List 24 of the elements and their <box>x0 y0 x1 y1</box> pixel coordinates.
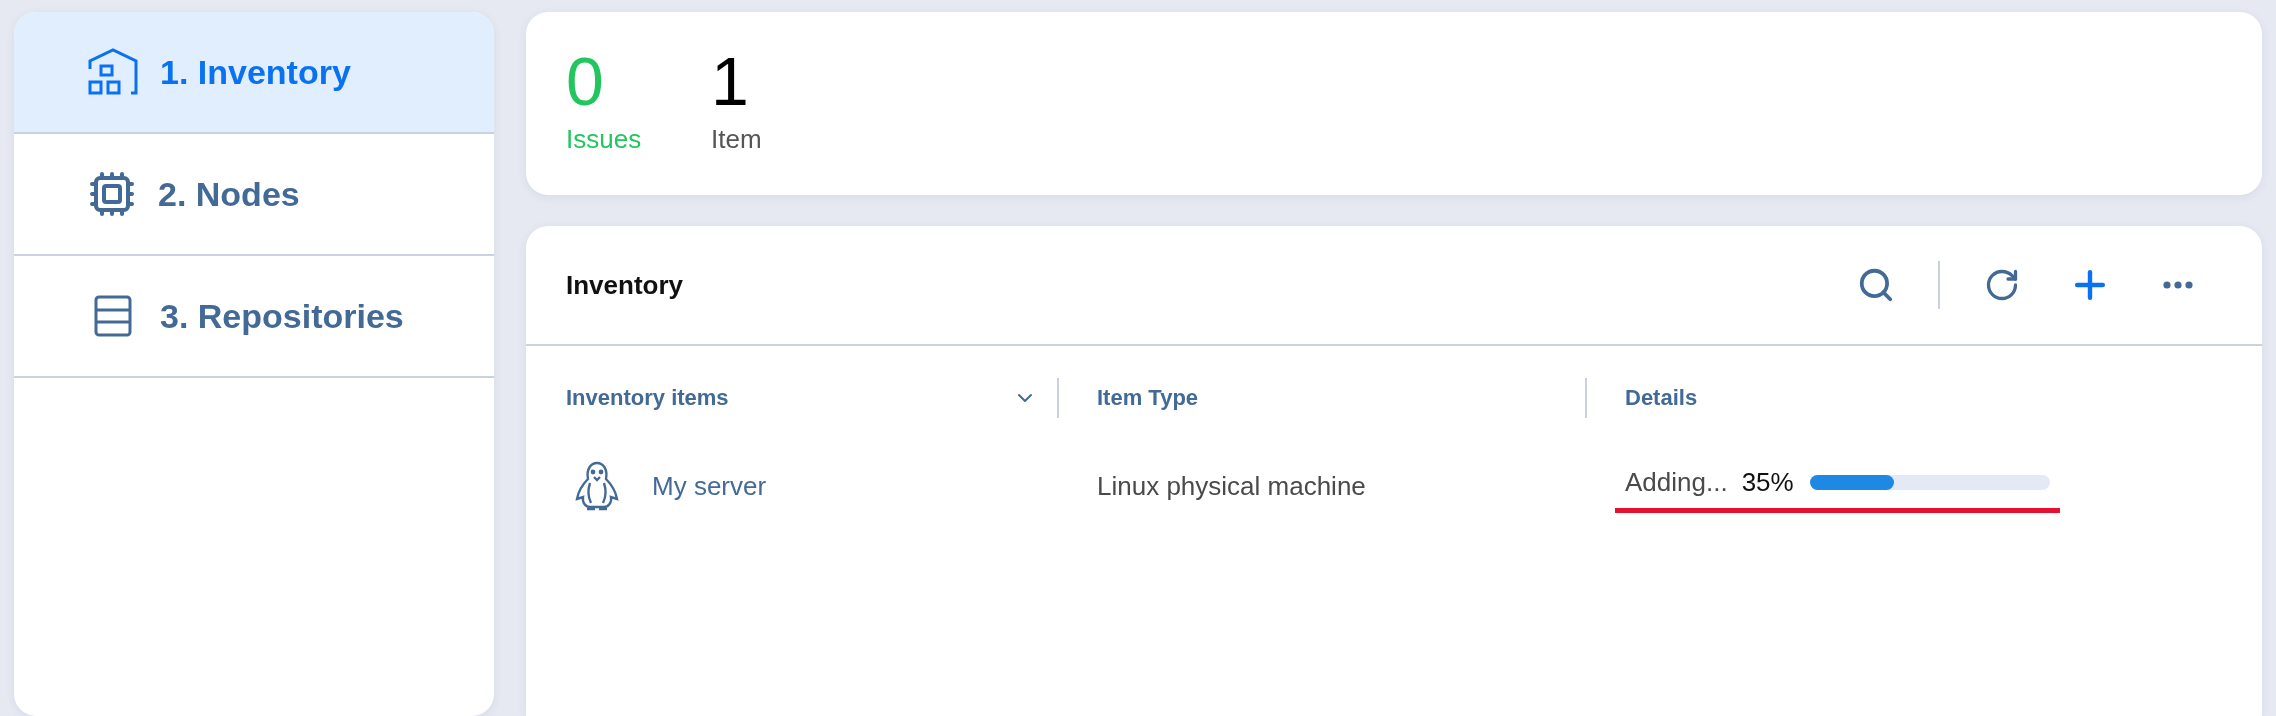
sidebar-item[interactable]: 1. Inventory <box>14 12 494 134</box>
column-header: Details <box>1625 385 1698 411</box>
summary-label: Item <box>711 124 763 155</box>
sidebar-item[interactable]: 2. Nodes <box>14 134 494 256</box>
sidebar-item[interactable]: 3. Repositories <box>14 256 494 378</box>
chip-icon <box>88 170 136 218</box>
summary-label: Issues <box>566 124 643 155</box>
house-icon <box>88 47 138 97</box>
penguin-icon <box>574 461 620 511</box>
sidebar-item-label: 1. Inventory <box>160 52 351 92</box>
panel-title: Inventory <box>566 269 685 301</box>
column-header: Item Type <box>1097 385 1199 411</box>
progress-percent: 35% <box>1741 467 1794 498</box>
sidebar-item-label: 2. Nodes <box>158 174 300 214</box>
status-text: Adding... <box>1625 467 1728 498</box>
more-icon <box>2163 281 2193 289</box>
refresh-icon <box>1984 267 2020 303</box>
item-type: Linux physical machine <box>1097 470 1366 502</box>
sidebar-item-label: 3. Repositories <box>160 296 404 336</box>
column-header: Inventory items <box>566 385 729 411</box>
search-icon <box>1857 266 1895 304</box>
summary-count: 1 <box>711 42 750 121</box>
summary-count: 0 <box>566 42 605 121</box>
item-name-link[interactable]: My server <box>652 470 767 502</box>
